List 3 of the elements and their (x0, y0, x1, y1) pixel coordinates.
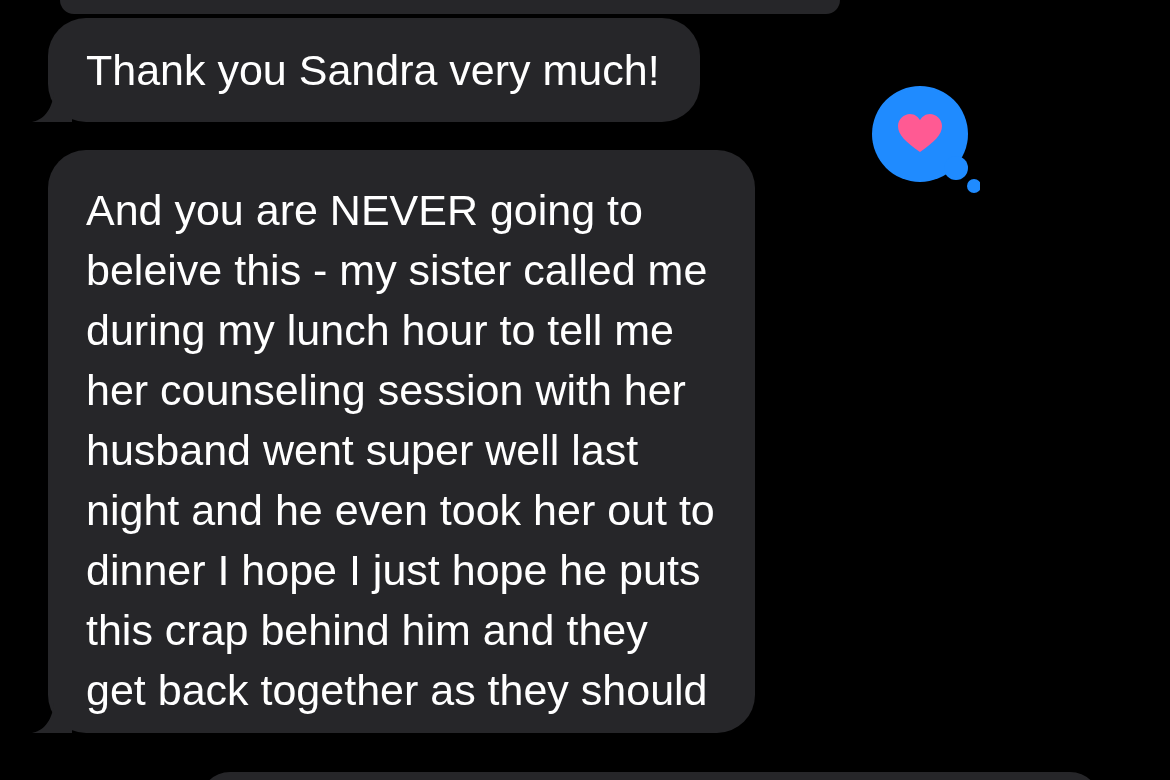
message-bubble: Thank you Sandra very much! (48, 18, 700, 122)
message-bubble: And you are NEVER going to beleive this - my sister called me during my lunch hour to tell me her counseling session with her husband went super well last night and he even took her out to dinner I hope I just hope he puts this crap behind him and they get back together as they should (48, 150, 755, 733)
heart-reaction-icon (870, 84, 980, 194)
